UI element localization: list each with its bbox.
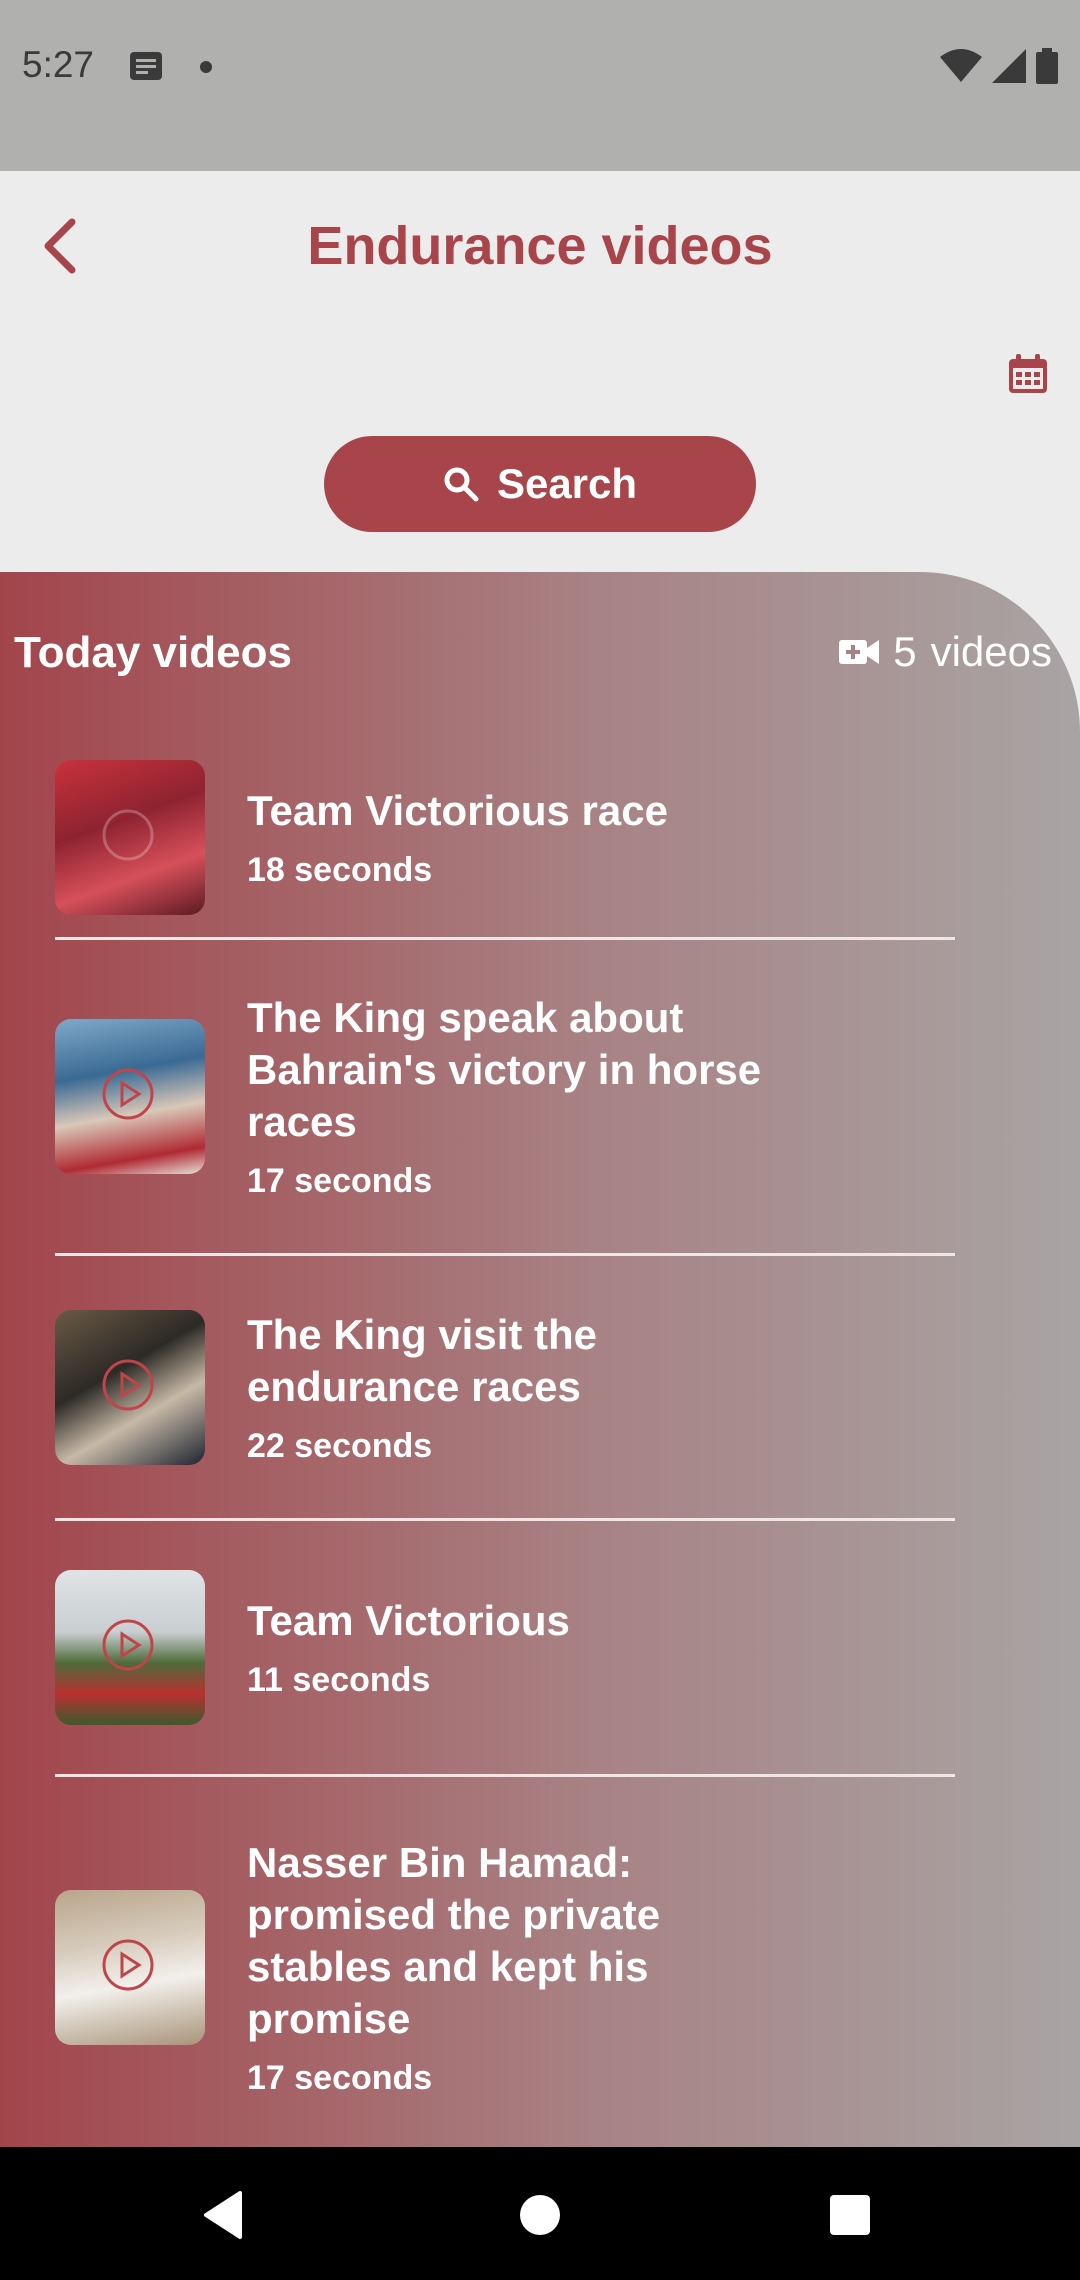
video-title: Team Victorious race	[247, 786, 668, 834]
video-title: Team Victorious	[247, 1597, 570, 1644]
video-title: The King speak about Bahrain's victory i…	[247, 994, 762, 1145]
video-duration: 17 seconds	[247, 1162, 433, 1200]
video-count-number: 5	[893, 628, 917, 675]
videos-panel: Today videos 5 videos Team Victorious ra…	[0, 572, 1080, 2147]
video-list-item[interactable]: The King visit the endurance races 22 se…	[55, 1256, 955, 1521]
status-icons	[940, 48, 1058, 84]
video-list-item[interactable]: Team Victorious race 18 seconds	[55, 737, 955, 940]
section-header: Today videos 5 videos	[14, 628, 1052, 688]
video-duration: 17 seconds	[247, 2058, 433, 2097]
system-nav-bar	[0, 2147, 1080, 2280]
video-title: The King visit the endurance races	[247, 1310, 598, 1410]
play-icon	[102, 1359, 154, 1410]
video-count-label: videos	[930, 628, 1052, 675]
back-triangle-icon[interactable]	[196, 2185, 256, 2245]
search-button[interactable]: Search	[324, 436, 756, 532]
video-thumbnail[interactable]	[55, 1889, 205, 2045]
status-time: 5:27	[22, 44, 95, 85]
video-list-item[interactable]: Nasser Bin Hamad: promised the private s…	[55, 1777, 955, 2147]
dot-icon	[200, 61, 212, 73]
status-bar: 5:27	[0, 0, 1080, 171]
page-title: Endurance videos	[307, 216, 773, 276]
video-list-item[interactable]: The King speak about Bahrain's victory i…	[55, 940, 955, 1256]
video-duration: 22 seconds	[247, 1426, 433, 1465]
wifi-icon	[940, 49, 982, 82]
app-header: Endurance videos	[0, 171, 1080, 321]
video-thumbnail[interactable]	[55, 1019, 205, 1174]
video-count: 5 videos	[839, 628, 1052, 676]
video-duration: 18 seconds	[247, 850, 433, 889]
video-thumbnail[interactable]	[55, 1570, 205, 1725]
search-icon	[444, 467, 479, 502]
video-camera-icon	[839, 640, 880, 664]
recents-square-icon[interactable]	[820, 2185, 880, 2245]
search-label: Search	[496, 460, 638, 507]
video-list: Team Victorious race 18 seconds The King…	[55, 737, 955, 2147]
play-icon	[102, 1068, 154, 1120]
video-thumbnail[interactable]	[55, 759, 205, 915]
video-list-item[interactable]: Team Victorious 11 seconds	[55, 1521, 955, 1777]
notification-icon	[130, 52, 162, 80]
calendar-icon[interactable]	[1006, 352, 1050, 396]
signal-icon	[992, 49, 1026, 83]
play-icon	[102, 809, 154, 860]
battery-icon	[1036, 48, 1058, 84]
play-icon	[102, 1619, 154, 1671]
section-title: Today videos	[14, 628, 292, 677]
play-icon	[102, 1939, 154, 1990]
video-duration: 11 seconds	[247, 1661, 431, 1699]
video-thumbnail[interactable]	[55, 1309, 205, 1465]
video-title: Nasser Bin Hamad: promised the private s…	[247, 1838, 661, 2042]
home-circle-icon[interactable]	[510, 2185, 570, 2245]
